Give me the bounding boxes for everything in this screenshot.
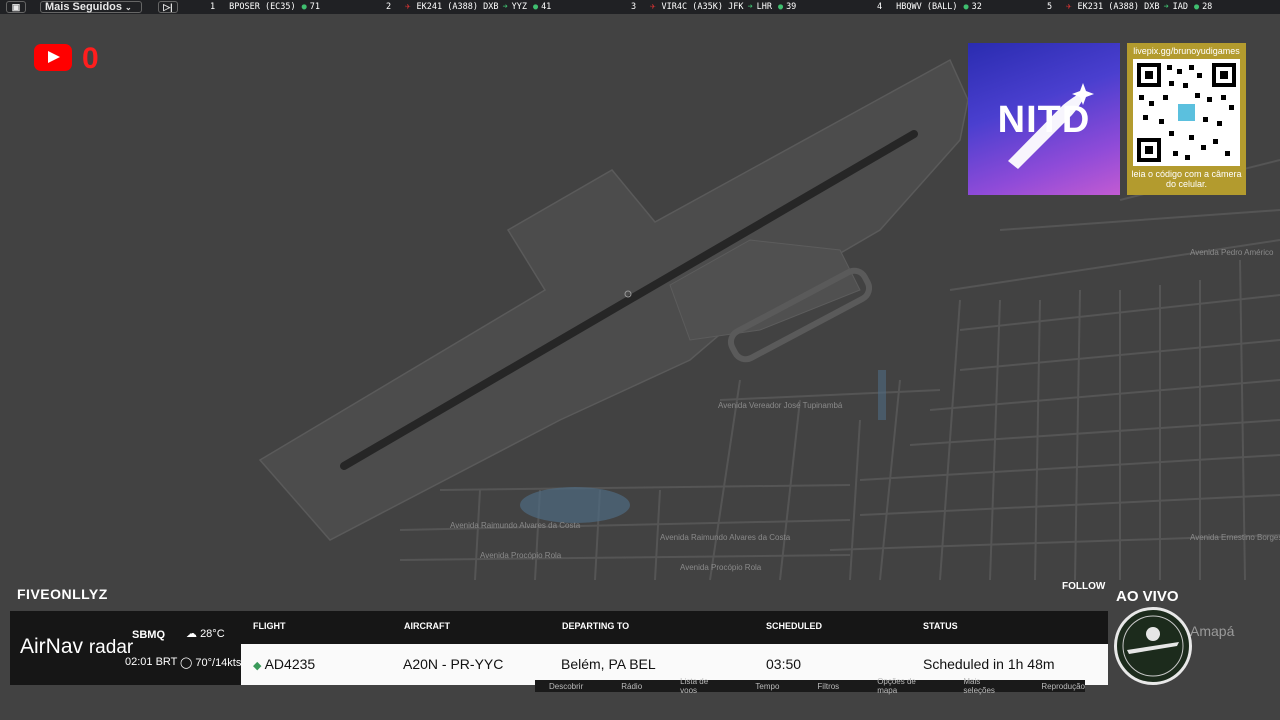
eye-icon: ● [777, 2, 784, 12]
app-menu-icon[interactable]: ▣ [6, 1, 26, 13]
eye-icon: ● [1193, 2, 1200, 12]
svg-text:Avenida Pedro Américo: Avenida Pedro Américo [1190, 248, 1274, 257]
ticker-count: 41 [541, 2, 552, 12]
map-toolbar: Descobrir Rádio Lista de voos Tempo Filt… [535, 677, 1085, 695]
ticker-item[interactable]: 5 ✈ EK231 (A388) DXB ➜ IAD ● 28 [1047, 0, 1212, 14]
youtube-icon [34, 44, 72, 71]
toolbar-item[interactable]: Reprodução [1041, 682, 1085, 691]
ticker-destination: YYZ [511, 2, 527, 12]
col-header-aircraft: AIRCRAFT [404, 621, 450, 631]
col-header-scheduled: SCHEDULED [766, 621, 823, 631]
toolbar-item[interactable]: Opções de mapa [877, 677, 925, 695]
filter-dropdown[interactable]: Mais Seguidos ⌄ [40, 1, 142, 13]
toolbar-item[interactable]: Descobrir [549, 682, 583, 691]
svg-text:Avenida Raimundo Alvares da Co: Avenida Raimundo Alvares da Costa [450, 521, 581, 530]
toolbar-item[interactable]: Mais seleções [963, 677, 1003, 695]
ticker-rank: 5 [1047, 2, 1053, 12]
airline-logo-icon: ✈ [405, 2, 411, 12]
skip-icon[interactable]: ▷| [158, 1, 178, 13]
route-arrow-icon: ➜ [1163, 2, 1169, 12]
ticker-destination: IAD [1172, 2, 1188, 12]
brand-name: AirNav [20, 635, 84, 658]
pond [520, 487, 630, 523]
eye-icon: ● [532, 2, 539, 12]
sponsor-logo-text: NITD [997, 99, 1091, 141]
sponsor-logo: NITD [968, 43, 1120, 195]
filter-label: Mais Seguidos [45, 1, 123, 13]
eye-icon: ● [963, 2, 969, 12]
eye-icon: ● [301, 2, 307, 12]
col-header-status: STATUS [923, 621, 958, 631]
airline-logo-icon: ◆ [253, 660, 262, 672]
col-header-departing: DEPARTING TO [562, 621, 630, 631]
svg-text:Avenida Ernestino Borges: Avenida Ernestino Borges [1190, 533, 1280, 542]
ticker-flight: BPOSER (EC35) [229, 2, 296, 12]
channel-badge-icon [1114, 607, 1192, 685]
flight-number-cell: ◆ AD4235 [253, 656, 315, 672]
weather-wind: ◯ 70°/14kts [180, 656, 241, 669]
svg-text:Avenida Raimundo Alvares da Co: Avenida Raimundo Alvares da Costa [660, 533, 791, 542]
pix-qr-panel: livepix.gg/brunoyudigames leia o código … [1127, 43, 1246, 195]
local-time: 02:01 BRT [125, 656, 178, 668]
route-arrow-icon: ➜ [502, 2, 508, 12]
ticker-rank: 4 [877, 2, 883, 12]
svg-text:Avenida Vereador José Tupinamb: Avenida Vereador José Tupinambá [718, 401, 843, 410]
ticker-item[interactable]: 2 ✈ EK241 (A388) DXB ➜ YYZ ● 41 [386, 0, 551, 14]
col-header-flight: FLIGHT [253, 621, 286, 631]
flight-info-panel: AirNav radar SBMQ 02:01 BRT ☁ 28°C ◯ 70°… [10, 611, 1108, 685]
scheduled-cell: 03:50 [766, 656, 802, 672]
ticker-origin: JFK [728, 2, 744, 12]
ticker-count: 32 [971, 2, 982, 12]
toolbar-item[interactable]: Lista de voos [680, 677, 717, 695]
ticker-origin: DXB [483, 2, 499, 12]
status-cell: Scheduled in 1h 48m [923, 656, 1055, 672]
live-label: AO VIVO [1116, 588, 1179, 605]
airline-logo-icon: ✈ [1066, 2, 1072, 12]
ticker-item[interactable]: 1 BPOSER (EC35) ● 71 [210, 0, 320, 14]
toolbar-item[interactable]: Filtros [817, 682, 839, 691]
ticker-rank: 1 [210, 2, 216, 12]
brand-suffix: radar [88, 637, 134, 658]
svg-text:Avenida Procópio Rola: Avenida Procópio Rola [480, 551, 562, 560]
cloud-icon: ☁ [186, 628, 197, 640]
ticker-count: 39 [786, 2, 797, 12]
ticker-flight: EK231 (A388) [1077, 2, 1139, 12]
airnav-logo: AirNav radar [20, 635, 133, 659]
svg-text:Avenida Procópio Rola: Avenida Procópio Rola [680, 563, 762, 572]
toolbar-item[interactable]: Tempo [755, 682, 779, 691]
ticker-item[interactable]: 4 HBQWV (BALL) ● 32 [877, 0, 982, 14]
departing-cell: Belém, PA BEL [561, 656, 656, 672]
station-code: SBMQ [132, 629, 165, 641]
weather-temp: ☁ 28°C [186, 627, 225, 640]
ticker-flight: VIR4C (A35K) [661, 2, 723, 12]
toolbar-item[interactable]: Rádio [621, 682, 642, 691]
ticker-rank: 2 [386, 2, 392, 12]
aircraft-cell: A20N - PR-YYC [403, 656, 504, 672]
qr-url: livepix.gg/brunoyudigames [1133, 46, 1240, 56]
ticker-flight: EK241 (A388) [416, 2, 478, 12]
temp-value: 28°C [200, 628, 225, 640]
ticker-rank: 3 [631, 2, 637, 12]
ticker-origin: DXB [1144, 2, 1160, 12]
route-arrow-icon: ➜ [747, 2, 753, 12]
qr-caption: leia o código com a câmera do celular. [1131, 169, 1242, 189]
ticker-destination: LHR [756, 2, 772, 12]
ticker-count: 71 [309, 2, 321, 12]
ticker-count: 28 [1202, 2, 1213, 12]
airline-logo-icon: ✈ [650, 2, 656, 12]
follow-button[interactable]: FOLLOW [1062, 581, 1105, 592]
callsign-title: FIVEONLLYZ [17, 586, 108, 602]
qr-code-icon [1133, 59, 1240, 166]
ticker-item[interactable]: 3 ✈ VIR4C (A35K) JFK ➜ LHR ● 39 [631, 0, 796, 14]
youtube-viewer-count: 0 [82, 42, 99, 75]
ticker-flight: HBQWV (BALL) [896, 2, 958, 12]
flight-number: AD4235 [264, 656, 316, 672]
wind-compass-icon: ◯ [180, 657, 193, 669]
wind-value: 70°/14kts [195, 657, 242, 669]
svg-text:Amapá: Amapá [1190, 623, 1235, 639]
chevron-down-icon: ⌄ [125, 2, 132, 12]
